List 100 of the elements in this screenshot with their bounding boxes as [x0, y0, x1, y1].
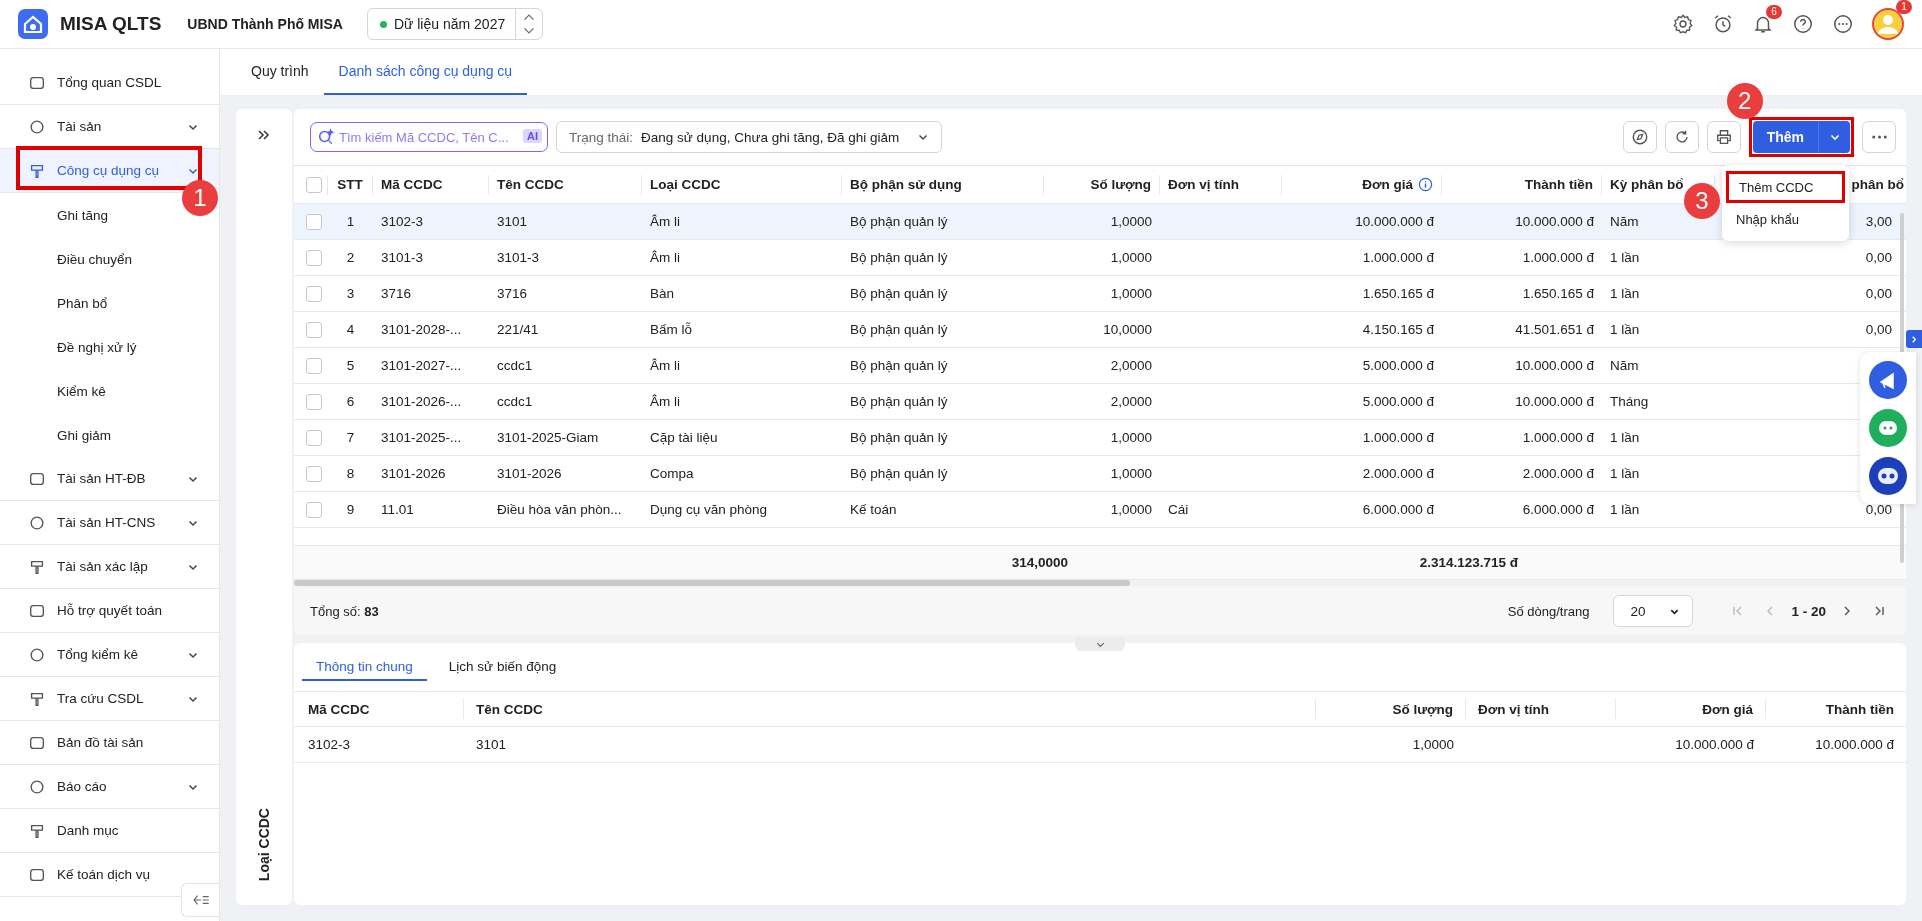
table-cell: 4 — [346, 322, 355, 337]
table-cell: 2,0000 — [1110, 394, 1152, 409]
page-tab[interactable]: Quy trình — [236, 49, 324, 95]
help-icon[interactable] — [1792, 13, 1814, 35]
row-checkbox[interactable] — [306, 501, 322, 518]
column-header: Thành tiền — [1524, 177, 1593, 192]
page-tab[interactable]: Danh sách công cụ dụng cụ — [323, 49, 528, 95]
submenu-item[interactable]: Điều chuyển — [57, 251, 133, 267]
column-header: Đơn giá — [1702, 701, 1753, 717]
sidebar-item[interactable]: Danh mục — [0, 809, 219, 853]
table-cell: 1 lần — [1610, 502, 1640, 517]
table-cell: 1,0000 — [1110, 430, 1152, 445]
menu-item[interactable]: Nhập khẩu — [1726, 203, 1845, 235]
sidebar-item[interactable]: Báo cáo — [0, 765, 219, 809]
collapse-sidebar-button[interactable] — [181, 883, 219, 917]
row-checkbox[interactable] — [306, 321, 322, 338]
add-button[interactable]: Thêm — [1752, 121, 1818, 153]
table-cell: Năm — [1610, 358, 1639, 373]
table-cell: Cái — [1168, 502, 1189, 517]
table-cell: Âm li — [650, 214, 680, 229]
sidebar-item[interactable]: Tra cứu CSDL — [0, 677, 219, 721]
submenu-item[interactable]: Đề nghị xử lý — [57, 339, 137, 355]
more-button[interactable] — [1862, 121, 1896, 153]
table-cell: Âm li — [650, 358, 680, 373]
avatar-icon[interactable] — [1872, 8, 1904, 40]
table-cell: 3102-3 — [308, 737, 351, 752]
detail-tab[interactable]: Lịch sử biến động — [434, 653, 571, 681]
sidebar-item[interactable]: Hỗ trợ quyết toán — [0, 589, 219, 633]
table-cell: 10.000.000 đ — [1515, 394, 1594, 409]
collapse-handle[interactable] — [1075, 637, 1125, 651]
add-dropdown-button[interactable] — [1818, 121, 1850, 153]
row-checkbox[interactable] — [306, 393, 322, 410]
table-cell: 10.000.000 đ — [1355, 214, 1434, 229]
ai-badge: AI — [523, 129, 542, 143]
table-cell: 3101-2026-... — [381, 394, 462, 409]
table-cell: 3101 — [497, 214, 528, 229]
info-icon[interactable] — [1418, 177, 1433, 192]
table-cell: 5.000.000 đ — [1362, 394, 1434, 409]
table-cell: Bộ phận quản lý — [850, 286, 948, 301]
table-cell: Bộ phận quản lý — [850, 322, 948, 337]
table-cell: Điều hòa văn phòn... — [497, 502, 622, 517]
table-cell: 9 — [346, 502, 355, 517]
rows-per-page-select[interactable]: 20 — [1613, 595, 1694, 627]
table-cell: 1,0000 — [1412, 737, 1454, 752]
alarm-clock-icon[interactable] — [1712, 13, 1734, 35]
sidebar-item[interactable]: Tổng kiểm kê — [0, 633, 219, 677]
row-checkbox[interactable] — [306, 429, 322, 446]
table-cell: Compa — [650, 466, 694, 481]
sidebar-item[interactable]: Tài sản HT-ĐB — [0, 457, 219, 501]
submenu-item[interactable]: Ghi tăng — [57, 207, 109, 223]
step-number: 1 — [182, 180, 218, 216]
rows-per-page-label: Số dòng/trang — [1507, 603, 1590, 619]
sidebar-item[interactable]: Bản đồ tài sản — [0, 721, 219, 765]
column-header: Bộ phận sử dụng — [850, 177, 962, 192]
scrollbar-thumb[interactable] — [294, 580, 1130, 586]
column-header: Đơn vị tính — [1478, 701, 1550, 717]
megaphone-button-icon[interactable] — [1868, 360, 1908, 400]
submenu-item[interactable]: Kiểm kê — [57, 383, 106, 399]
menu-item[interactable]: Thêm CCDC — [1726, 171, 1845, 203]
organization-name: UBND Thành Phố MISA — [187, 16, 343, 32]
detail-tab[interactable]: Thông tin chung — [302, 653, 427, 681]
row-checkbox[interactable] — [306, 285, 322, 302]
submenu-item[interactable]: Ghi giảm — [57, 427, 112, 443]
column-header: phân bổ — [1851, 177, 1904, 192]
compass-button[interactable] — [1622, 121, 1657, 153]
row-checkbox[interactable] — [306, 357, 322, 374]
table-cell: Bộ phận quản lý — [850, 466, 948, 481]
table-cell: 0,00 — [1865, 502, 1892, 517]
row-checkbox[interactable] — [306, 465, 322, 482]
search-icon — [317, 128, 335, 146]
notification-badge: 6 — [1766, 5, 1782, 19]
refresh-button[interactable] — [1664, 121, 1699, 153]
row-checkbox[interactable] — [306, 249, 322, 266]
year-selector[interactable]: Dữ liệu năm 2027 — [366, 8, 544, 40]
table-cell: 6 — [346, 394, 355, 409]
select-all-checkbox[interactable] — [305, 176, 322, 193]
chat-button-icon[interactable] — [1868, 408, 1908, 448]
status-filter[interactable]: Trạng thái: Đang sử dụng, Chưa ghi tăng, Đã ghi giảm — [556, 121, 943, 153]
settings-icon[interactable] — [1672, 13, 1694, 35]
table-cell: 1 lần — [1610, 250, 1640, 265]
column-header: Loại CCDC — [650, 177, 721, 192]
row-checkbox[interactable] — [306, 213, 322, 230]
more-icon[interactable] — [1832, 13, 1854, 35]
table-cell: 1.000.000 đ — [1362, 430, 1434, 445]
sidebar-item[interactable]: Tài sản HT-CNS — [0, 501, 219, 545]
table-cell: 2 — [346, 250, 355, 265]
table-cell: 1 lần — [1610, 322, 1640, 337]
table-cell: 1,0000 — [1110, 214, 1152, 229]
print-button[interactable] — [1706, 121, 1741, 153]
table-cell: Dụng cụ văn phòng — [650, 502, 768, 517]
side-tab-button[interactable] — [1906, 330, 1922, 348]
table-cell: Tháng — [1610, 394, 1649, 409]
sidebar-item[interactable]: Tài sản xác lập — [0, 545, 219, 589]
table-cell: 3101-2028-... — [381, 322, 462, 337]
submenu-item[interactable]: Phân bổ — [57, 295, 108, 311]
sidebar-item[interactable]: Tổng quan CSDL — [0, 61, 219, 105]
table-cell: 1.000.000 đ — [1522, 430, 1594, 445]
table-cell: Bộ phận quản lý — [850, 358, 948, 373]
robot-assistant-icon[interactable] — [1868, 456, 1908, 496]
table-cell: 3101-2025-Giam — [497, 430, 599, 445]
